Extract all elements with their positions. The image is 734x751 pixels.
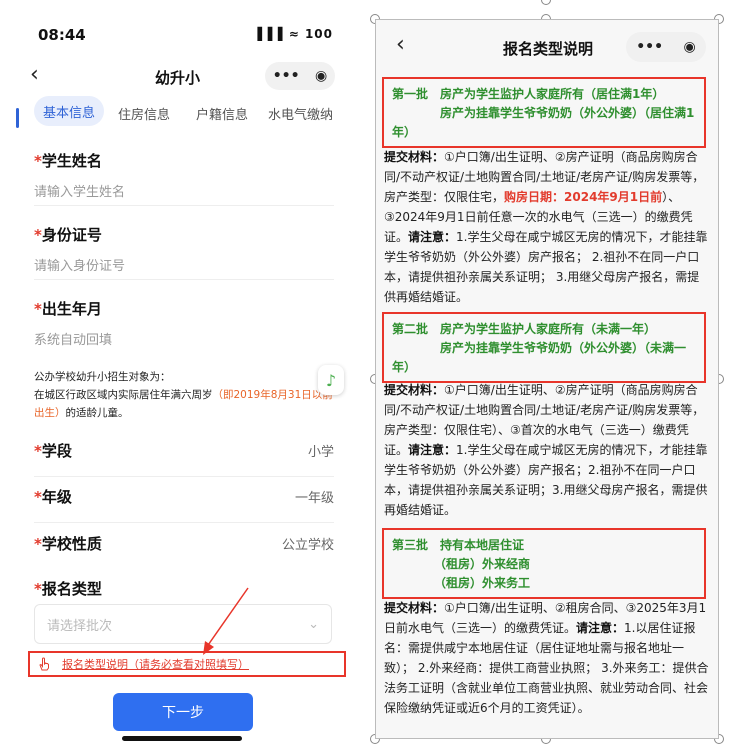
id-number-field: *身份证号 请输入身份证号 <box>34 224 334 274</box>
batch-1-line-1: 第一批 房产为学生监护人家庭所有（居住满1年） <box>392 87 665 101</box>
student-name-label: 学生姓名 <box>41 152 102 170</box>
grade-label: 年级 <box>41 488 72 506</box>
batch-1-card: 第一批 房产为学生监护人家庭所有（居住满1年） 房产为挂靠学生爷爷奶奶（外公外婆… <box>382 77 706 148</box>
grade-value: 一年级 <box>294 491 334 506</box>
tab-housing-info[interactable]: 住房信息 <box>118 104 170 123</box>
status-icons: ▐▐▐ ≈ 100 <box>252 27 333 41</box>
stage-row[interactable]: *学段 小学 <box>34 440 334 461</box>
tab-bar: 基本信息 住房信息 户籍信息 水电气缴纳 <box>0 96 355 132</box>
status-time: 08:44 <box>38 26 86 44</box>
stage-value: 小学 <box>307 445 334 460</box>
batch-1-line-2: 房产为挂靠学生爷爷奶奶（外公外婆）（居住满1年） <box>392 106 695 139</box>
left-screen: 08:44 ▐▐▐ ≈ 100 ‹ 幼升小 ••• ◉ 基本信息 住房信息 户籍… <box>0 0 355 751</box>
birth-date-field: *出生年月 系统自动回填 <box>34 298 334 348</box>
divider <box>34 279 334 280</box>
id-number-input[interactable]: 请输入身份证号 <box>34 255 334 274</box>
required-mark: * <box>34 300 42 318</box>
purchase-date-highlight: 购房日期：2024年9月1日前 <box>504 190 663 204</box>
batch-1-materials: 提交材料：①户口簿/出生证明、②房产证明（商品房购房合同/不动产权证/土地购置合… <box>384 150 708 304</box>
id-number-label: 身份证号 <box>41 226 102 244</box>
divider <box>34 476 334 477</box>
tab-utility-payment[interactable]: 水电气缴纳 <box>268 104 333 123</box>
required-mark: * <box>34 442 42 460</box>
close-icon[interactable]: ◉ <box>684 39 696 55</box>
batch-2-line-1: 第二批 房产为学生监护人家庭所有（未满一年） <box>392 322 657 336</box>
batch-2-card: 第二批 房产为学生监护人家庭所有（未满一年） 房产为挂靠学生爷爷奶奶（外公外婆）… <box>382 312 706 383</box>
batch-3-line-3: （租房）外来务工 <box>392 576 531 590</box>
help-link-text: 报名类型说明（请务必查看对照填写） <box>62 658 249 671</box>
batch-3-line-1: 第三批 持有本地居住证 <box>392 538 525 552</box>
notice-label: 请注意： <box>408 443 457 457</box>
next-step-button[interactable]: 下一步 <box>113 693 253 731</box>
stage-label: 学段 <box>41 442 72 460</box>
note-line-1: 公办学校幼升小招生对象为： <box>34 371 171 383</box>
more-icon[interactable]: ••• <box>636 39 663 55</box>
registration-type-explanation-screen: ‹ 报名类型说明 ••• ◉ 第一批 房产为学生监护人家庭所有（居住满1年） 房… <box>375 19 719 739</box>
chevron-down-icon: ⌄ <box>308 616 319 632</box>
mini-program-capsule: ••• ◉ <box>626 32 706 62</box>
tab-household-info[interactable]: 户籍信息 <box>196 104 248 123</box>
required-mark: * <box>34 152 42 170</box>
materials-label: 提交材料： <box>384 383 445 397</box>
registration-type-field: *报名类型 <box>34 578 334 599</box>
notice-label: 请注意： <box>408 230 457 244</box>
more-icon[interactable]: ••• <box>273 68 300 84</box>
home-indicator <box>122 736 242 741</box>
batch-select-placeholder: 请选择批次 <box>47 618 113 634</box>
student-name-input[interactable]: 请输入学生姓名 <box>34 181 334 200</box>
tab-basic-info[interactable]: 基本信息 <box>34 96 104 126</box>
required-mark: * <box>34 580 42 598</box>
school-type-row[interactable]: *学校性质 公立学校 <box>34 533 334 554</box>
music-note-icon[interactable]: ♪ <box>318 365 344 395</box>
birth-date-input: 系统自动回填 <box>34 333 113 348</box>
registration-type-label: 报名类型 <box>41 580 102 598</box>
batch-2-materials: 提交材料：①户口簿/出生证明、②房产证明（商品房购房合同/不动产权证/土地购置合… <box>384 383 708 517</box>
divider <box>34 522 334 523</box>
notice-label: 请注意： <box>576 621 625 635</box>
batch-3-card: 第三批 持有本地居住证 （租房）外来经商 （租房）外来务工 <box>382 528 706 599</box>
school-type-value: 公立学校 <box>281 538 334 553</box>
batch-2-line-2: 房产为挂靠学生爷爷奶奶（外公外婆）（未满一年） <box>392 341 687 374</box>
registration-type-help-link[interactable]: 报名类型说明（请务必查看对照填写） <box>28 651 346 677</box>
enrollment-note: 公办学校幼升小招生对象为： 在城区行政区域内实际居住年满六周岁（即2019年8月… <box>34 368 334 422</box>
mini-program-capsule: ••• ◉ <box>265 62 335 90</box>
batch-3-line-2: （租房）外来经商 <box>392 557 531 571</box>
student-name-field: *学生姓名 请输入学生姓名 <box>34 150 334 200</box>
batch-select[interactable]: 请选择批次 ⌄ <box>34 604 332 644</box>
required-mark: * <box>34 226 42 244</box>
note-text-end: 的适龄儿童。 <box>65 407 129 419</box>
grade-row[interactable]: *年级 一年级 <box>34 486 334 507</box>
required-mark: * <box>34 535 42 553</box>
divider <box>34 205 334 206</box>
materials-label: 提交材料： <box>384 601 445 615</box>
birth-date-label: 出生年月 <box>41 300 102 318</box>
close-icon[interactable]: ◉ <box>315 68 327 84</box>
materials-label: 提交材料： <box>384 150 445 164</box>
batch-3-materials: 提交材料：①户口簿/出生证明、②租房合同、③2025年3月1日前水电气（三选一）… <box>384 601 709 715</box>
school-type-label: 学校性质 <box>41 535 102 553</box>
note-text: 在城区行政区域内实际居住年满六周岁 <box>34 389 213 401</box>
required-mark: * <box>34 488 42 506</box>
hand-pointer-icon <box>39 657 49 671</box>
